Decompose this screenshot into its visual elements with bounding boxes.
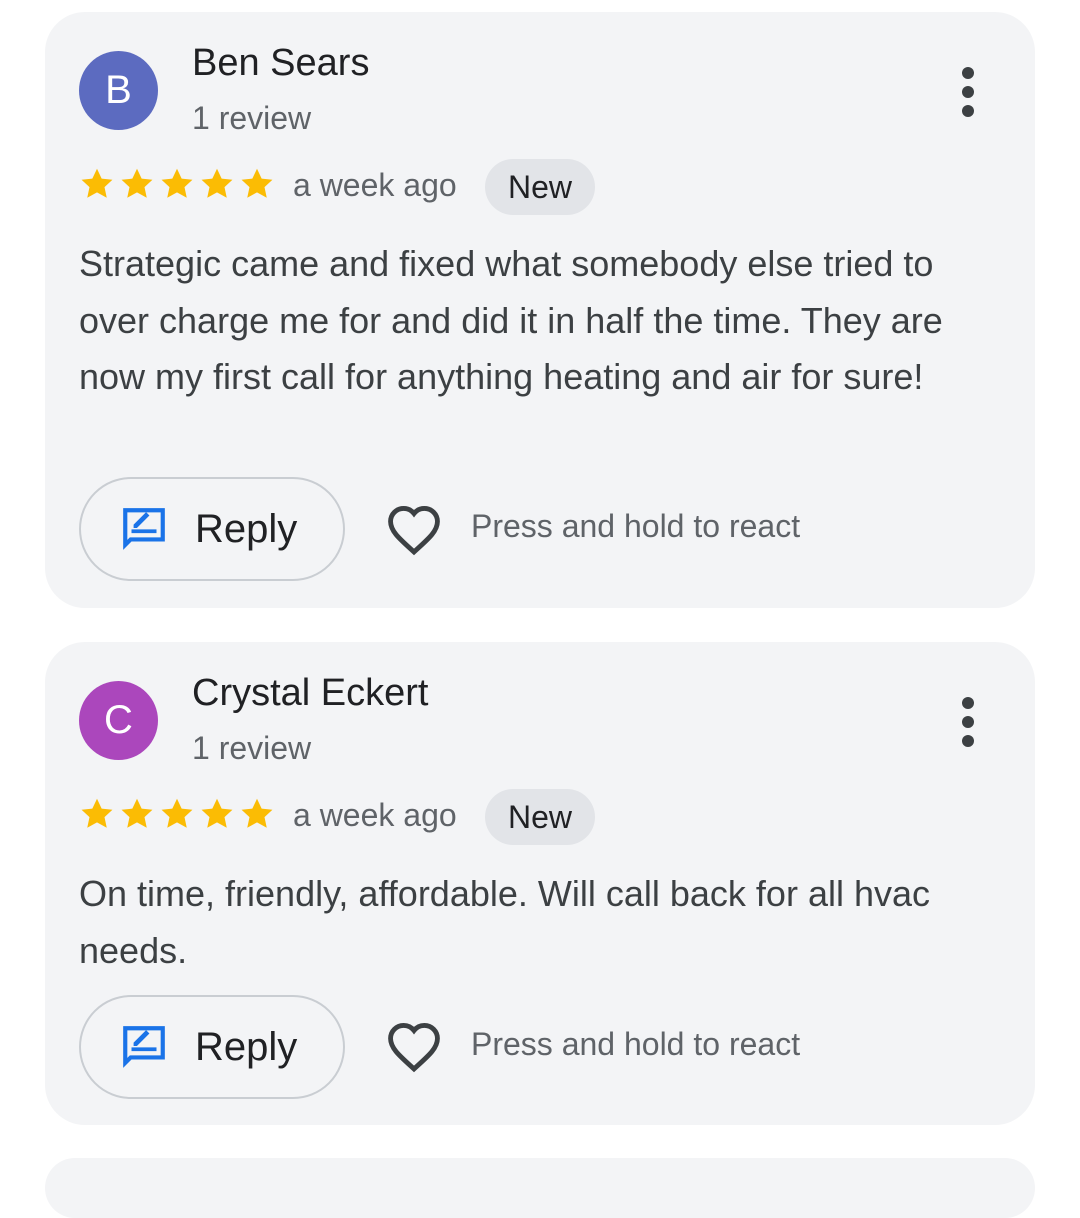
star-icon bbox=[161, 168, 193, 198]
more-options-icon[interactable] bbox=[948, 697, 988, 747]
star-icon bbox=[241, 798, 273, 828]
more-options-icon[interactable] bbox=[948, 67, 988, 117]
new-badge: New bbox=[485, 789, 596, 845]
star-icon bbox=[241, 168, 273, 198]
star-rating bbox=[79, 166, 275, 202]
reply-label: Reply bbox=[195, 506, 298, 551]
review-count: 1 review bbox=[192, 730, 312, 766]
reply-icon bbox=[123, 508, 165, 550]
review-card: C Crystal Eckert 1 review a week ago New… bbox=[45, 642, 1035, 1125]
react-hint: Press and hold to react bbox=[471, 1026, 801, 1062]
star-icon bbox=[81, 168, 113, 198]
heart-icon[interactable] bbox=[385, 1019, 443, 1073]
star-icon bbox=[201, 798, 233, 828]
avatar[interactable]: B bbox=[79, 51, 158, 130]
star-rating bbox=[79, 796, 275, 832]
star-icon bbox=[121, 168, 153, 198]
star-icon bbox=[161, 798, 193, 828]
heart-icon[interactable] bbox=[385, 502, 443, 556]
star-icon bbox=[201, 168, 233, 198]
review-text: Strategic came and fixed what somebody e… bbox=[79, 243, 943, 397]
avatar[interactable]: C bbox=[79, 681, 158, 760]
reply-icon bbox=[123, 1026, 165, 1068]
star-icon bbox=[121, 798, 153, 828]
reply-button[interactable]: Reply bbox=[79, 995, 345, 1099]
review-date: a week ago bbox=[293, 167, 457, 203]
review-date: a week ago bbox=[293, 797, 457, 833]
reviewer-name[interactable]: Ben Sears bbox=[192, 42, 369, 85]
react-hint: Press and hold to react bbox=[471, 508, 801, 544]
review-card-partial bbox=[45, 1158, 1035, 1218]
reviewer-name[interactable]: Crystal Eckert bbox=[192, 672, 428, 715]
review-count: 1 review bbox=[192, 100, 312, 136]
review-text: On time, friendly, affordable. Will call… bbox=[79, 873, 931, 971]
review-card: B Ben Sears 1 review a week ago New Stra… bbox=[45, 12, 1035, 608]
reply-button[interactable]: Reply bbox=[79, 477, 345, 581]
star-icon bbox=[81, 798, 113, 828]
new-badge: New bbox=[485, 159, 596, 215]
reply-label: Reply bbox=[195, 1024, 298, 1069]
